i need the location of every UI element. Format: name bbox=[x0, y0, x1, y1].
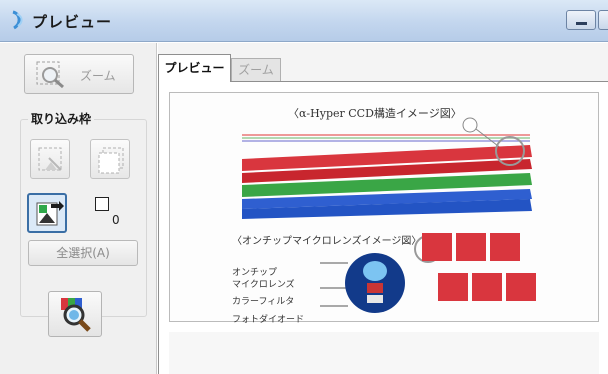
marquee-icon bbox=[36, 201, 64, 226]
title-bar: プレビュー bbox=[0, 0, 608, 42]
crop-frame-group-title: 取り込み枠 bbox=[28, 110, 95, 127]
copy-frame-icon bbox=[98, 147, 124, 174]
label-color-filter: カラーフィルタ bbox=[232, 297, 295, 307]
maximize-button[interactable] bbox=[598, 10, 608, 30]
scanned-image: 〈α-Hyper CCD構造イメージ図〉 〈オンチップマイクロレンズイメージ図〉… bbox=[169, 92, 599, 325]
frame-count: 0 bbox=[112, 213, 120, 227]
window-title: プレビュー bbox=[32, 13, 113, 31]
caption-top: 〈α-Hyper CCD構造イメージ図〉 bbox=[288, 107, 462, 120]
caption-mid: 〈オンチップマイクロレンズイメージ図〉 bbox=[232, 236, 422, 247]
tab-zoom[interactable]: ズーム bbox=[231, 58, 281, 82]
zoom-button-label: ズーム bbox=[80, 69, 116, 83]
magnifier-icon bbox=[61, 298, 91, 332]
app-icon bbox=[12, 10, 23, 30]
marquee-button[interactable] bbox=[27, 193, 67, 233]
zoom-icon bbox=[36, 61, 64, 89]
tool-panel: ズーム 取り込み枠 0 全選択(A) bbox=[0, 43, 157, 374]
copy-frame-button[interactable] bbox=[90, 139, 130, 179]
minimize-button[interactable] bbox=[566, 10, 596, 30]
delete-frame-icon bbox=[38, 147, 62, 171]
preview-area: プレビュー ズーム 〈α-Hyper CCD構造イメージ図〉 〈オンチップマイク… bbox=[158, 43, 608, 374]
preview-canvas[interactable]: 〈α-Hyper CCD構造イメージ図〉 〈オンチップマイクロレンズイメージ図〉… bbox=[158, 81, 608, 374]
zoom-button[interactable]: ズーム bbox=[24, 54, 134, 94]
delete-frame-button[interactable] bbox=[30, 139, 70, 179]
preview-lower-strip bbox=[169, 332, 599, 374]
tab-preview[interactable]: プレビュー bbox=[158, 54, 231, 82]
select-all-button[interactable]: 全選択(A) bbox=[28, 240, 138, 266]
label-microlens: マイクロレンズ bbox=[232, 280, 295, 290]
auto-locate-button[interactable] bbox=[48, 291, 102, 337]
frame-indicator-icon bbox=[95, 197, 109, 211]
label-photodiode: フォトダイオード bbox=[232, 315, 305, 325]
